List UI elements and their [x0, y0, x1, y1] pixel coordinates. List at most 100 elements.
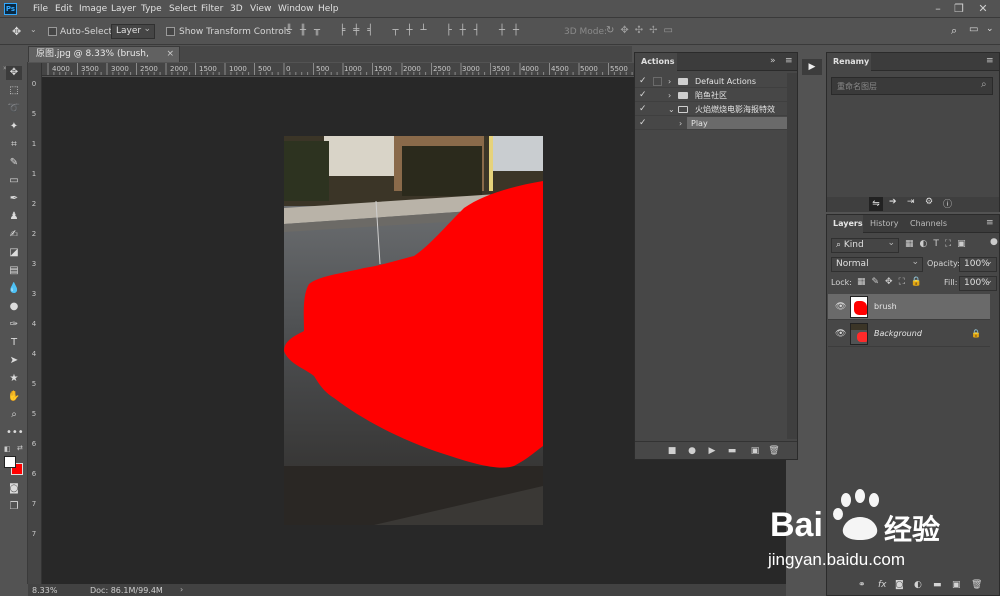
info-icon[interactable]: ⓘ [943, 197, 952, 210]
path-selection-tool-icon[interactable]: ➤ [6, 354, 22, 368]
restore-icon[interactable]: ❐ [952, 2, 966, 16]
status-menu-chevron-icon[interactable]: › [180, 585, 183, 594]
search-icon[interactable]: ⌕ [951, 24, 957, 38]
workspace-chevron-icon[interactable]: ⌄ [986, 24, 994, 34]
rename-icon[interactable]: ⇋ [869, 197, 883, 211]
stop-icon[interactable]: ■ [666, 445, 678, 457]
layer-row[interactable]: 👁 brush [828, 294, 990, 320]
dialog-toggle-box[interactable] [653, 105, 662, 114]
document-tab[interactable]: 原图.jpg @ 8.33% (brush, RGB/8) * × [28, 46, 180, 74]
filter-type-icons[interactable]: ▦◐T⛶▣ [905, 239, 972, 249]
dialog-toggle-box[interactable] [653, 91, 662, 100]
screen-mode-icon[interactable]: ❐ [6, 500, 22, 514]
close-document-icon[interactable]: × [166, 47, 174, 62]
swap-colors-icon[interactable]: ⇄ [17, 444, 23, 452]
tab-renamy[interactable]: Renamy [833, 53, 869, 71]
filter-toggle-icon[interactable]: ● [990, 237, 998, 247]
tab-channels[interactable]: Channels [910, 215, 947, 233]
brush-tool-icon[interactable]: ✒ [6, 192, 22, 206]
panel-menu-icon[interactable]: ≡ [986, 56, 994, 66]
action-set-row[interactable]: ✓ ⌄ 火焰燃烧电影海报特效 [635, 103, 787, 116]
layer-name[interactable]: Background [874, 329, 922, 338]
crop-tool-icon[interactable]: ⌗ [6, 138, 22, 152]
history-brush-tool-icon[interactable]: ✍ [6, 228, 22, 242]
minimize-icon[interactable]: – [931, 2, 945, 16]
hand-tool-icon[interactable]: ✋ [6, 390, 22, 404]
new-set-folder-icon[interactable]: ▬ [726, 445, 738, 457]
menu-view[interactable]: View [250, 4, 271, 14]
align-icons-group[interactable]: ╨╫╥ ╞╪╡ ┬┼┴ ├┼┤ ┼┼ [286, 25, 527, 36]
action-set-row[interactable]: ✓ › 陷鱼社区 [635, 89, 787, 102]
menu-layer[interactable]: Layer [111, 4, 136, 14]
lock-options-icons[interactable]: ▦✎✥⛶🔒 [857, 277, 928, 287]
type-tool-icon[interactable]: T [6, 336, 22, 350]
zoom-tool-icon[interactable]: ⌕ [6, 408, 22, 422]
menu-help[interactable]: Help [318, 4, 339, 14]
collapse-chevron-icon[interactable]: ⌄ [668, 103, 675, 116]
checkmark-icon[interactable]: ✓ [639, 103, 647, 116]
more-tools-icon[interactable]: ••• [6, 426, 24, 440]
new-layer-icon[interactable]: ▣ [952, 579, 961, 591]
eraser-tool-icon[interactable]: ◪ [6, 246, 22, 260]
workspace-icon[interactable]: ▭ [969, 24, 978, 35]
auto-select-dropdown[interactable]: Layer [111, 23, 155, 39]
fill-input[interactable]: 100% [959, 275, 997, 291]
adjustment-layer-icon[interactable]: ◐ [914, 579, 922, 591]
record-icon[interactable]: ● [686, 445, 698, 457]
blend-mode-dropdown[interactable]: Normal [831, 256, 923, 272]
expand-chevron-icon[interactable]: › [679, 117, 682, 130]
play-panel-icon[interactable]: ▶ [802, 59, 822, 75]
actions-scrollbar[interactable] [787, 73, 797, 439]
eyedropper-tool-icon[interactable]: ✎ [6, 156, 22, 170]
menu-edit[interactable]: Edit [55, 4, 72, 14]
expand-chevron-icon[interactable]: › [668, 89, 671, 102]
action-row[interactable]: ✓ › Play [635, 117, 787, 130]
expand-chevron-icon[interactable]: › [668, 75, 671, 88]
auto-select-checkbox[interactable] [48, 27, 57, 36]
magic-wand-tool-icon[interactable]: ✦ [6, 120, 22, 134]
layer-name[interactable]: brush [874, 302, 897, 311]
tab-history[interactable]: History [870, 215, 898, 233]
gradient-tool-icon[interactable]: ▤ [6, 264, 22, 278]
checkmark-icon[interactable]: ✓ [639, 117, 647, 130]
tab-actions[interactable]: Actions [641, 53, 674, 71]
visibility-eye-icon[interactable]: 👁 [835, 329, 846, 339]
gear-icon[interactable]: ⚙ [925, 197, 933, 207]
search-icon[interactable]: ⌕ [981, 79, 987, 90]
blur-tool-icon[interactable]: 💧 [6, 282, 22, 296]
visibility-eye-icon[interactable]: 👁 [835, 302, 846, 312]
dialog-toggle-box[interactable] [653, 119, 662, 128]
menu-select[interactable]: Select [169, 4, 197, 14]
close-icon[interactable]: ✕ [976, 2, 990, 16]
foreground-color-swatch[interactable] [4, 456, 16, 468]
panel-menu-icon[interactable]: ≡ [986, 218, 994, 228]
delete-icon[interactable]: 🗑 [768, 445, 780, 457]
export-icon[interactable]: ⇥ [907, 197, 915, 207]
move-tool-icon[interactable]: ✥ [6, 66, 22, 80]
menu-filter[interactable]: Filter [201, 4, 223, 14]
lasso-tool-icon[interactable]: ➰ [6, 102, 22, 116]
dialog-toggle-box[interactable] [653, 77, 662, 86]
clone-stamp-tool-icon[interactable]: ♟ [6, 210, 22, 224]
menu-3d[interactable]: 3D [230, 4, 243, 14]
3d-mode-icons[interactable]: ↻✥✣✢▭ [606, 25, 679, 36]
menu-image[interactable]: Image [79, 4, 107, 14]
panel-menu-icon[interactable]: ≡ [785, 56, 793, 66]
add-mask-icon[interactable]: ◙ [895, 579, 904, 591]
marquee-tool-icon[interactable]: ⬚ [6, 84, 22, 98]
pen-tool-icon[interactable]: ✑ [6, 318, 22, 332]
fx-icon[interactable]: fx [878, 579, 887, 591]
renamy-search-input[interactable]: 重命名图层 ⌕ [831, 77, 993, 95]
quick-mask-icon[interactable]: ◙ [6, 482, 22, 496]
checkmark-icon[interactable]: ✓ [639, 89, 647, 102]
menu-window[interactable]: Window [278, 4, 314, 14]
new-action-icon[interactable]: ▣ [749, 445, 761, 457]
shape-tool-icon[interactable]: ★ [6, 372, 22, 386]
transform-controls-checkbox[interactable] [166, 27, 175, 36]
link-layers-icon[interactable]: ⚭ [858, 579, 866, 591]
checkmark-icon[interactable]: ✓ [639, 75, 647, 88]
layer-filter-dropdown[interactable]: ⌕ Kind [831, 237, 899, 253]
action-set-row[interactable]: ✓ › Default Actions [635, 75, 787, 88]
dodge-tool-icon[interactable]: ● [6, 300, 22, 314]
opacity-input[interactable]: 100% [959, 256, 997, 272]
